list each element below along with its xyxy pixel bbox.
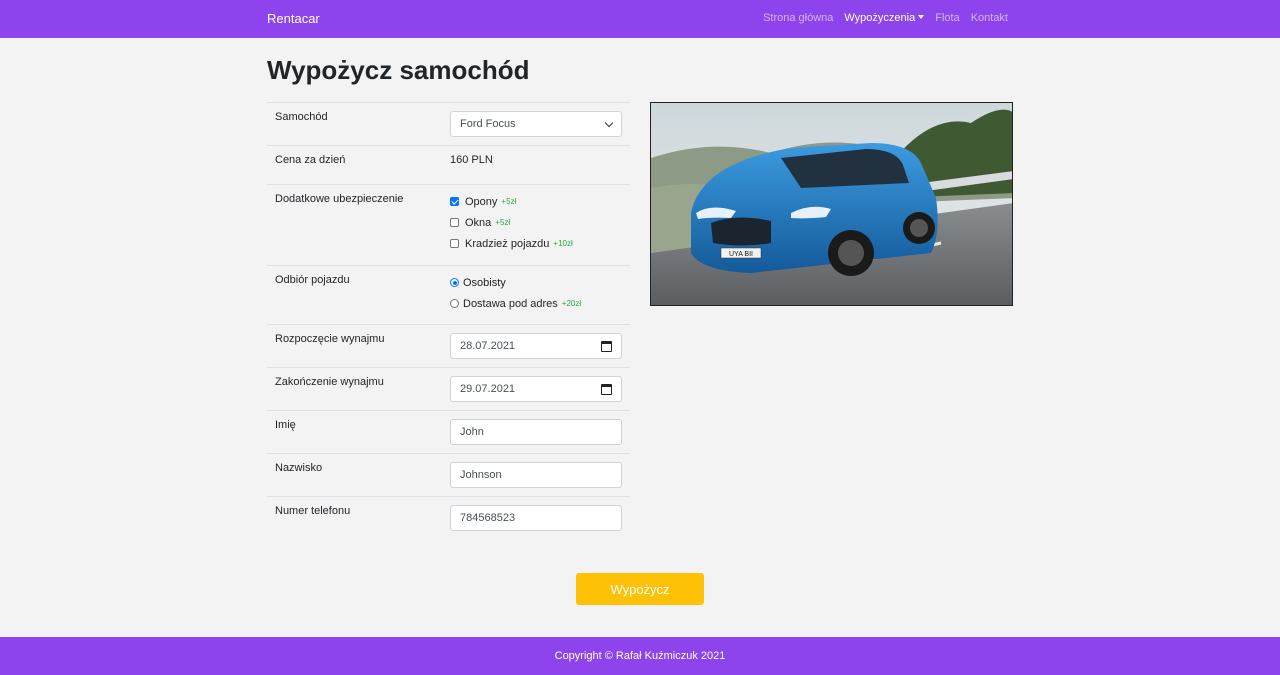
page-title: Wypożycz samochód	[267, 55, 530, 85]
rent-button[interactable]: Wypożycz	[576, 573, 704, 605]
pickup-label: Odbiór pojazdu	[267, 265, 443, 325]
windows-label: Okna	[465, 216, 492, 229]
phone-input[interactable]: 784568523	[450, 505, 622, 531]
calendar-icon[interactable]	[601, 383, 612, 395]
nav-links: Strona główna Wypożyczenia Flota Kontakt	[763, 12, 1008, 24]
tires-extra-price: +5zł	[501, 197, 517, 206]
nav-link-rentals[interactable]: Wypożyczenia	[844, 12, 925, 24]
nav-link-home[interactable]: Strona główna	[763, 12, 833, 24]
phone-label: Numer telefonu	[267, 496, 443, 539]
personal-label: Osobisty	[463, 276, 506, 289]
insurance-option-theft[interactable]: Kradzież pojazdu +10zł	[450, 233, 622, 254]
tires-label: Opony	[465, 195, 498, 208]
nav-link-rentals-label: Wypożyczenia	[844, 12, 916, 24]
car-select[interactable]: Ford Focus	[450, 111, 622, 137]
pickup-option-personal[interactable]: Osobisty	[450, 272, 622, 293]
footer-copyright: Copyright © Rafał Kuźmiczuk 2021	[554, 650, 726, 662]
start-date-label: Rozpoczęcie wynajmu	[267, 324, 443, 368]
start-date-input[interactable]: 28.07.2021	[450, 333, 622, 359]
insurance-label: Dodatkowe ubezpieczenie	[267, 184, 443, 266]
rental-form: Samochód Ford Focus Cena za dzień 160 PL…	[267, 102, 630, 539]
navbar: Rentacar Strona główna Wypożyczenia Flot…	[0, 0, 1280, 38]
last-name-label: Nazwisko	[267, 453, 443, 497]
car-select-value: Ford Focus	[460, 118, 516, 130]
windows-extra-price: +5zł	[495, 218, 511, 227]
end-date-input[interactable]: 29.07.2021	[450, 376, 622, 402]
insurance-option-windows[interactable]: Okna +5zł	[450, 212, 622, 233]
chevron-down-icon	[604, 118, 614, 127]
theft-extra-price: +10zł	[553, 239, 573, 248]
theft-checkbox[interactable]	[450, 239, 459, 248]
end-date-label: Zakończenie wynajmu	[267, 367, 443, 411]
price-label: Cena za dzień	[267, 145, 443, 185]
insurance-option-tires[interactable]: Opony +5zł	[450, 191, 622, 212]
tires-checkbox[interactable]	[450, 197, 459, 206]
phone-value: 784568523	[460, 512, 516, 524]
pickup-option-delivery[interactable]: Dostawa pod adres +20zł	[450, 293, 622, 314]
delivery-radio[interactable]	[450, 299, 459, 308]
start-date-value: 28.07.2021	[460, 340, 516, 352]
last-name-value: Johnson	[460, 469, 502, 481]
theft-label: Kradzież pojazdu	[465, 237, 550, 250]
nav-link-contact[interactable]: Kontakt	[971, 12, 1008, 24]
last-name-input[interactable]: Johnson	[450, 462, 622, 488]
footer: Copyright © Rafał Kuźmiczuk 2021	[0, 637, 1280, 675]
license-plate: UYA BII	[729, 251, 753, 258]
first-name-label: Imię	[267, 410, 443, 454]
end-date-value: 29.07.2021	[460, 383, 516, 395]
first-name-value: John	[460, 426, 484, 438]
delivery-label: Dostawa pod adres	[463, 297, 558, 310]
car-image: UYA BII	[650, 102, 1013, 306]
caret-down-icon	[918, 15, 925, 19]
delivery-extra-price: +20zł	[561, 299, 582, 308]
windows-checkbox[interactable]	[450, 218, 459, 227]
nav-link-fleet[interactable]: Flota	[935, 12, 959, 24]
first-name-input[interactable]: John	[450, 419, 622, 445]
car-photo: UYA BII	[651, 103, 1012, 305]
personal-radio[interactable]	[450, 278, 459, 287]
price-value: 160 PLN	[443, 145, 630, 185]
car-label: Samochód	[267, 102, 443, 146]
calendar-icon[interactable]	[601, 340, 612, 352]
brand-logo[interactable]: Rentacar	[267, 11, 320, 26]
